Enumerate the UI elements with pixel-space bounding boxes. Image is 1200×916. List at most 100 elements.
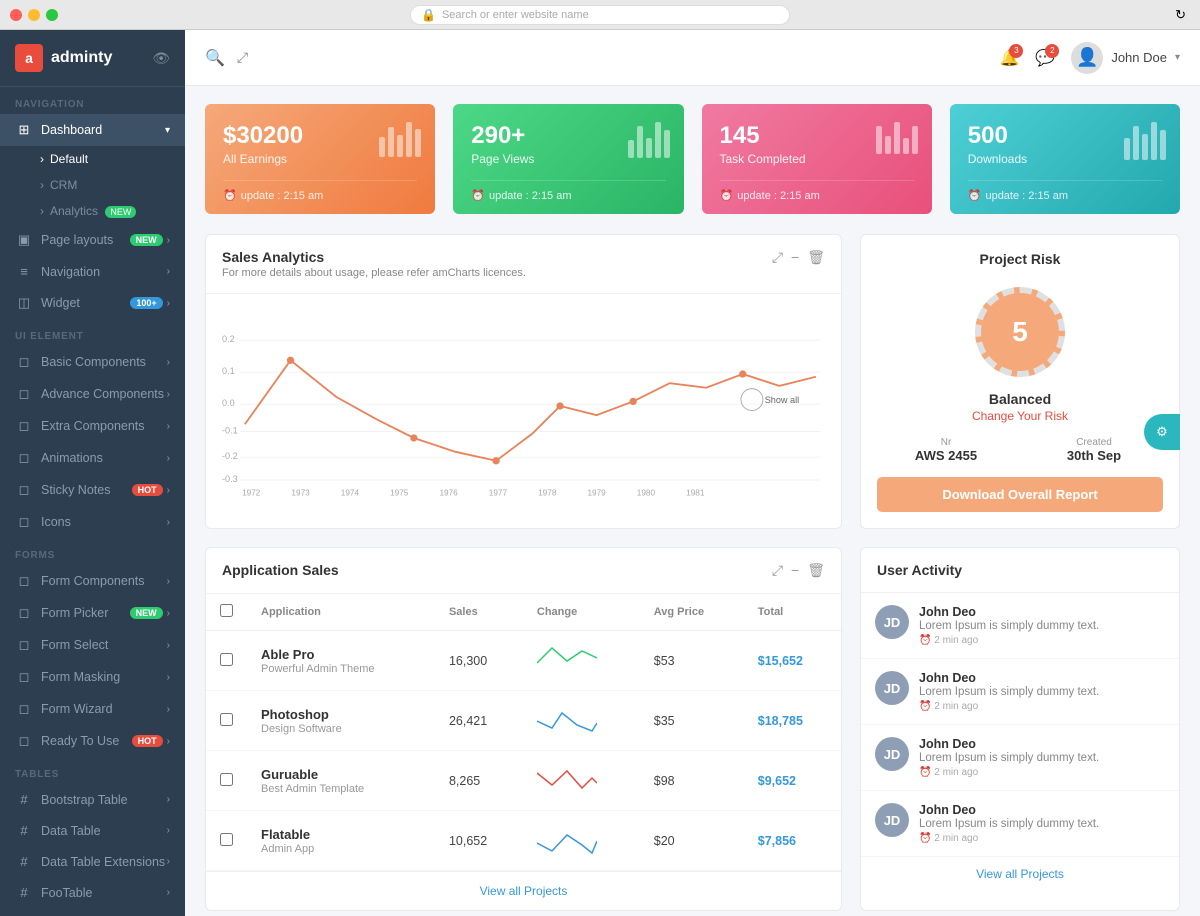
fullscreen-icon[interactable]: ⤢ (772, 562, 783, 579)
sidebar-item-sticky-notes[interactable]: ◻ Sticky Notes HOT › (0, 474, 185, 506)
sidebar-item-data-table-ext[interactable]: # Data Table Extensions › (0, 846, 185, 877)
chevron-icon: › (167, 825, 170, 836)
view-all-projects[interactable]: View all Projects (206, 871, 841, 910)
sidebar-item-form-masking[interactable]: ◻ Form Masking › (0, 661, 185, 693)
sidebar-item-form-picker[interactable]: ◻ Form Picker NEW › (0, 597, 185, 629)
app-sales-header: Application Sales ⤢ − 🗑 (206, 548, 841, 594)
sidebar-item-widget[interactable]: ◫ Widget 100+ › (0, 287, 185, 319)
sidebar-item-extra-components[interactable]: ◻ Extra Components › (0, 410, 185, 442)
maximize-button[interactable] (46, 9, 58, 21)
chevron-icon: › (167, 266, 170, 277)
window-chrome: 🔒 Search or enter website name ↻ (0, 0, 1200, 30)
download-report-button[interactable]: Download Overall Report (877, 477, 1163, 512)
svg-text:0.0: 0.0 (222, 398, 235, 408)
total-link[interactable]: $9,652 (758, 774, 796, 788)
basic-components-icon: ◻ (15, 354, 33, 370)
sidebar-item-label: Form Select (41, 638, 108, 652)
sidebar-item-animations[interactable]: ◻ Animations › (0, 442, 185, 474)
chevron-icon: › (167, 608, 170, 619)
table-row: Photoshop Design Software 26,421 $35 $18… (206, 691, 841, 751)
svg-text:1975: 1975 (390, 489, 409, 498)
app-name: Photoshop (261, 707, 421, 722)
select-all-checkbox[interactable] (220, 604, 233, 617)
activity-view-all[interactable]: View all Projects (861, 857, 1179, 891)
minimize-icon[interactable]: − (791, 249, 799, 266)
risk-details: Nr AWS 2455 Created 30th Sep (877, 437, 1163, 463)
user-menu[interactable]: 👤 John Doe ▾ (1071, 42, 1180, 74)
table-row: Flatable Admin App 10,652 $20 $7,856 (206, 811, 841, 871)
fullscreen-icon[interactable]: ⤢ (772, 249, 783, 266)
minimize-icon[interactable]: − (791, 562, 799, 579)
sales-analytics-header: Sales Analytics For more details about u… (206, 235, 841, 294)
activity-item: JD John Deo Lorem Ipsum is simply dummy … (861, 725, 1179, 791)
activity-avatar: JD (875, 737, 909, 771)
sidebar-logo: a adminty (15, 44, 112, 72)
downloads-update: ⏰ update : 2:15 am (968, 180, 1162, 202)
sidebar-subitem-analytics[interactable]: Analytics NEW (0, 198, 185, 224)
sidebar-subitem-crm[interactable]: CRM (0, 172, 185, 198)
total-link[interactable]: $7,856 (758, 834, 796, 848)
total-link[interactable]: $15,652 (758, 654, 803, 668)
form-masking-icon: ◻ (15, 669, 33, 685)
icons-icon: ◻ (15, 514, 33, 530)
sidebar-item-page-layouts[interactable]: ▣ Page layouts NEW › (0, 224, 185, 256)
svg-text:0.2: 0.2 (222, 334, 235, 344)
tasks-label: Task Completed (720, 152, 914, 166)
address-text: Search or enter website name (442, 9, 589, 21)
row-checkbox[interactable] (220, 833, 233, 846)
col-application: Application (247, 594, 435, 631)
risk-change-link[interactable]: Change Your Risk (972, 409, 1068, 423)
earnings-update: ⏰ update : 2:15 am (223, 180, 417, 202)
col-total: Total (744, 594, 841, 631)
sidebar-item-data-table[interactable]: # Data Table › (0, 815, 185, 846)
sidebar-item-bootstrap-table[interactable]: # Bootstrap Table › (0, 784, 185, 815)
sparkline-cell (523, 631, 640, 691)
sticky-notes-icon: ◻ (15, 482, 33, 498)
form-components-icon: ◻ (15, 573, 33, 589)
app-sub: Admin App (261, 843, 421, 855)
sidebar-item-label: Sticky Notes (41, 483, 110, 497)
row-checkbox[interactable] (220, 653, 233, 666)
row-checkbox[interactable] (220, 773, 233, 786)
delete-icon[interactable]: 🗑 (807, 249, 825, 266)
row-checkbox[interactable] (220, 713, 233, 726)
sidebar-item-basic-components[interactable]: ◻ Basic Components › (0, 346, 185, 378)
sidebar-item-form-select[interactable]: ◻ Form Select › (0, 629, 185, 661)
chevron-icon: › (167, 794, 170, 805)
activity-text: Lorem Ipsum is simply dummy text. (919, 818, 1099, 830)
avg-price: $53 (640, 631, 744, 691)
sidebar-item-form-wizard[interactable]: ◻ Form Wizard › (0, 693, 185, 725)
notifications-button[interactable]: 🔔 3 (999, 48, 1019, 68)
nr-label: Nr (877, 437, 1015, 448)
total-link[interactable]: $18,785 (758, 714, 803, 728)
settings-fab[interactable]: ⚙ (1144, 414, 1180, 450)
sidebar-item-label: Animations (41, 451, 103, 465)
sidebar-subitem-default[interactable]: Default (0, 146, 185, 172)
sidebar-item-icons[interactable]: ◻ Icons › (0, 506, 185, 538)
sidebar-item-label: Advance Components (41, 387, 164, 401)
ui-section-label: UI Element (0, 319, 185, 346)
eye-icon[interactable]: 👁 (152, 50, 170, 67)
messages-button[interactable]: 💬 2 (1035, 48, 1055, 68)
user-avatar: 👤 (1071, 42, 1103, 74)
data-table-ext-icon: # (15, 854, 33, 869)
chevron-icon: › (167, 453, 170, 464)
minimize-button[interactable] (28, 9, 40, 21)
expand-icon[interactable]: ⤢ (237, 49, 248, 66)
refresh-button[interactable]: ↻ (1175, 7, 1186, 23)
project-risk-panel: Project Risk 5 Balanced Change Your Risk… (860, 234, 1180, 529)
address-bar[interactable]: 🔒 Search or enter website name (410, 5, 790, 25)
close-button[interactable] (10, 9, 22, 21)
sidebar-item-form-components[interactable]: ◻ Form Components › (0, 565, 185, 597)
dashboard-icon: ⊞ (15, 122, 33, 138)
search-icon[interactable]: 🔍 (205, 48, 225, 68)
delete-icon[interactable]: 🗑 (807, 562, 825, 579)
sidebar-item-dashboard[interactable]: ⊞ Dashboard ▾ (0, 114, 185, 146)
sidebar-item-footable[interactable]: # FooTable › (0, 877, 185, 908)
sidebar-item-ready-to-use[interactable]: ◻ Ready To Use HOT › (0, 725, 185, 757)
sidebar-item-handson-table[interactable]: # Handson Table › (0, 908, 185, 916)
pageviews-update: ⏰ update : 2:15 am (471, 180, 665, 202)
sidebar-item-navigation[interactable]: ≡ Navigation › (0, 256, 185, 287)
activity-name: John Deo (919, 671, 1099, 685)
sidebar-item-advance-components[interactable]: ◻ Advance Components › (0, 378, 185, 410)
